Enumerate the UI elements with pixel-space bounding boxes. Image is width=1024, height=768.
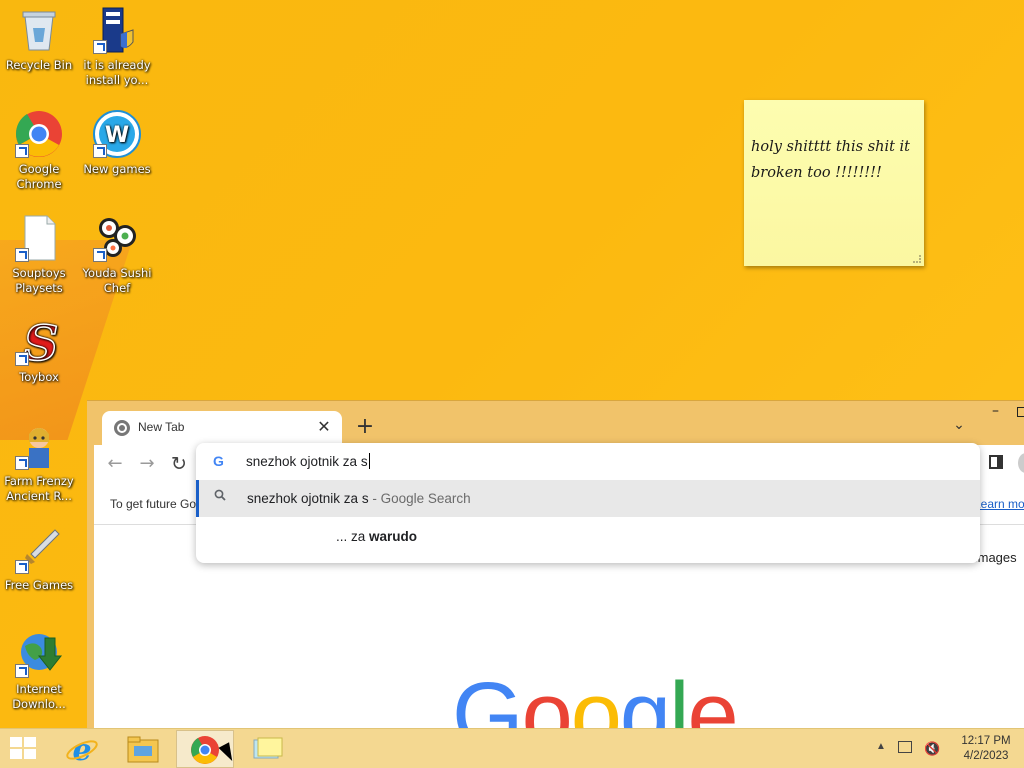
windows-start-button[interactable]	[10, 737, 38, 761]
desktop-icon-internet-download[interactable]: Internet Downlo...	[0, 630, 78, 712]
desktop-icon-toybox[interactable]: S Toybox	[0, 315, 78, 385]
shortcut-arrow-icon	[15, 664, 29, 678]
w-games-icon: W	[93, 110, 141, 158]
text-caret	[368, 453, 370, 469]
sticky-notes-icon	[253, 737, 283, 759]
maximize-button[interactable]	[1017, 407, 1024, 417]
suggestion-text: snezhok ojotnik za s - Google Search	[247, 491, 471, 506]
sticky-note[interactable]: holy shitttt this shit it broken too !!!…	[744, 100, 924, 266]
network-icon[interactable]	[898, 741, 912, 753]
reload-button[interactable]: ↻	[168, 453, 190, 475]
shortcut-arrow-icon	[15, 248, 29, 262]
system-tray: ▲ 🔇 12:17 PM 4/2/2023	[864, 729, 1024, 768]
tab-title: New Tab	[138, 420, 185, 434]
desktop-icon-farm-frenzy[interactable]: Farm Frenzy Ancient R...	[0, 422, 78, 504]
desktop-icon-label: it is already install yo...	[83, 58, 151, 87]
clock[interactable]: 12:17 PM 4/2/2023	[956, 734, 1016, 764]
shortcut-arrow-icon	[93, 144, 107, 158]
chrome-favicon-icon	[114, 420, 130, 436]
learn-more-link[interactable]: Learn more	[974, 497, 1024, 511]
desktop-icon-label: Toybox	[19, 370, 59, 384]
infobar-text: To get future Google Chrome updates	[110, 497, 202, 511]
volume-muted-icon[interactable]: 🔇	[924, 741, 940, 756]
address-input[interactable]: snezhok ojotnik za s	[246, 453, 370, 469]
desktop-icon-label: New games	[83, 162, 151, 176]
farm-frenzy-icon	[15, 422, 63, 470]
new-tab-button[interactable]: +	[353, 415, 377, 439]
omnibox-suggestion[interactable]: snezhok ojotnik za s - Google Search	[196, 480, 980, 517]
desktop-icon-recycle-bin[interactable]: Recycle Bin	[0, 6, 78, 73]
tab-new-tab[interactable]: New Tab ✕	[102, 411, 342, 445]
forward-button[interactable]: →	[136, 453, 158, 475]
desktop-icon-label: Farm Frenzy Ancient R...	[4, 474, 74, 503]
shortcut-arrow-icon	[15, 560, 29, 574]
desktop-icon-label: Souptoys Playsets	[12, 266, 66, 295]
desktop-icon-google-chrome[interactable]: Google Chrome	[0, 110, 78, 192]
taskbar-item-internet-explorer[interactable]: e	[54, 730, 112, 768]
svg-text:e: e	[72, 733, 91, 768]
tab-close-button[interactable]: ✕	[314, 417, 334, 437]
desktop-icon-new-games[interactable]: W New games	[78, 110, 156, 177]
google-g-icon: G	[213, 453, 224, 469]
omnibox-dropdown: G snezhok ojotnik za s snezhok ojotnik z…	[196, 443, 980, 563]
suggestion-text: ... za warudo	[336, 529, 418, 544]
desktop-icon-label: Internet Downlo...	[12, 682, 66, 711]
shortcut-arrow-icon	[15, 456, 29, 470]
shortcut-arrow-icon	[15, 144, 29, 158]
recycle-bin-icon	[15, 6, 63, 54]
taskbar-item-sticky-notes[interactable]	[238, 730, 296, 768]
search-icon	[214, 489, 226, 501]
desktop-icon-label: Google Chrome	[16, 162, 62, 191]
desktop-icon-label: Youda Sushi Chef	[82, 266, 152, 295]
side-panel-icon[interactable]	[989, 455, 1003, 469]
resize-grip-icon[interactable]	[913, 255, 921, 263]
show-hidden-icons-button[interactable]: ▲	[876, 741, 886, 752]
images-link[interactable]: Images	[974, 550, 1017, 565]
red-s-icon: S	[15, 315, 63, 373]
desktop-icon-youda-sushi-chef[interactable]: Youda Sushi Chef	[78, 214, 156, 296]
sticky-note-text[interactable]: holy shitttt this shit it broken too !!!…	[751, 134, 916, 186]
address-bar[interactable]: G snezhok ojotnik za s	[196, 443, 980, 480]
chrome-icon	[15, 110, 63, 158]
minimize-button[interactable]: –	[992, 403, 1008, 419]
desktop-icon-souptoys[interactable]: Souptoys Playsets	[0, 214, 78, 296]
omnibox-suggestion[interactable]: ... za warudo	[196, 518, 980, 555]
globe-download-icon	[15, 630, 63, 678]
desktop-icon-label: Recycle Bin	[5, 58, 73, 72]
profile-avatar[interactable]	[1018, 453, 1024, 473]
shortcut-arrow-icon	[15, 352, 29, 366]
ie-icon: e	[66, 733, 98, 768]
sushi-icon	[93, 214, 141, 262]
desktop-icon-installer[interactable]: it is already install yo...	[78, 6, 156, 88]
blank-file-icon	[15, 214, 63, 262]
desktop-icon-label: Free Games	[4, 578, 74, 592]
folder-icon	[127, 736, 159, 763]
taskbar-item-file-explorer[interactable]	[114, 730, 172, 768]
sword-icon	[15, 526, 63, 574]
svg-text:W: W	[105, 123, 129, 148]
clock-time: 12:17 PM	[961, 735, 1011, 747]
shortcut-arrow-icon	[93, 248, 107, 262]
taskbar: e ▲ 🔇 12:17 PM 4/2/2023	[0, 728, 1024, 768]
clock-date: 4/2/2023	[963, 750, 1009, 762]
back-button[interactable]: ←	[104, 453, 126, 475]
desktop-icon-free-games[interactable]: Free Games	[0, 526, 78, 593]
shortcut-arrow-icon	[93, 40, 107, 54]
tab-search-button[interactable]: ⌄	[949, 417, 969, 437]
installer-shield-icon	[93, 6, 141, 54]
